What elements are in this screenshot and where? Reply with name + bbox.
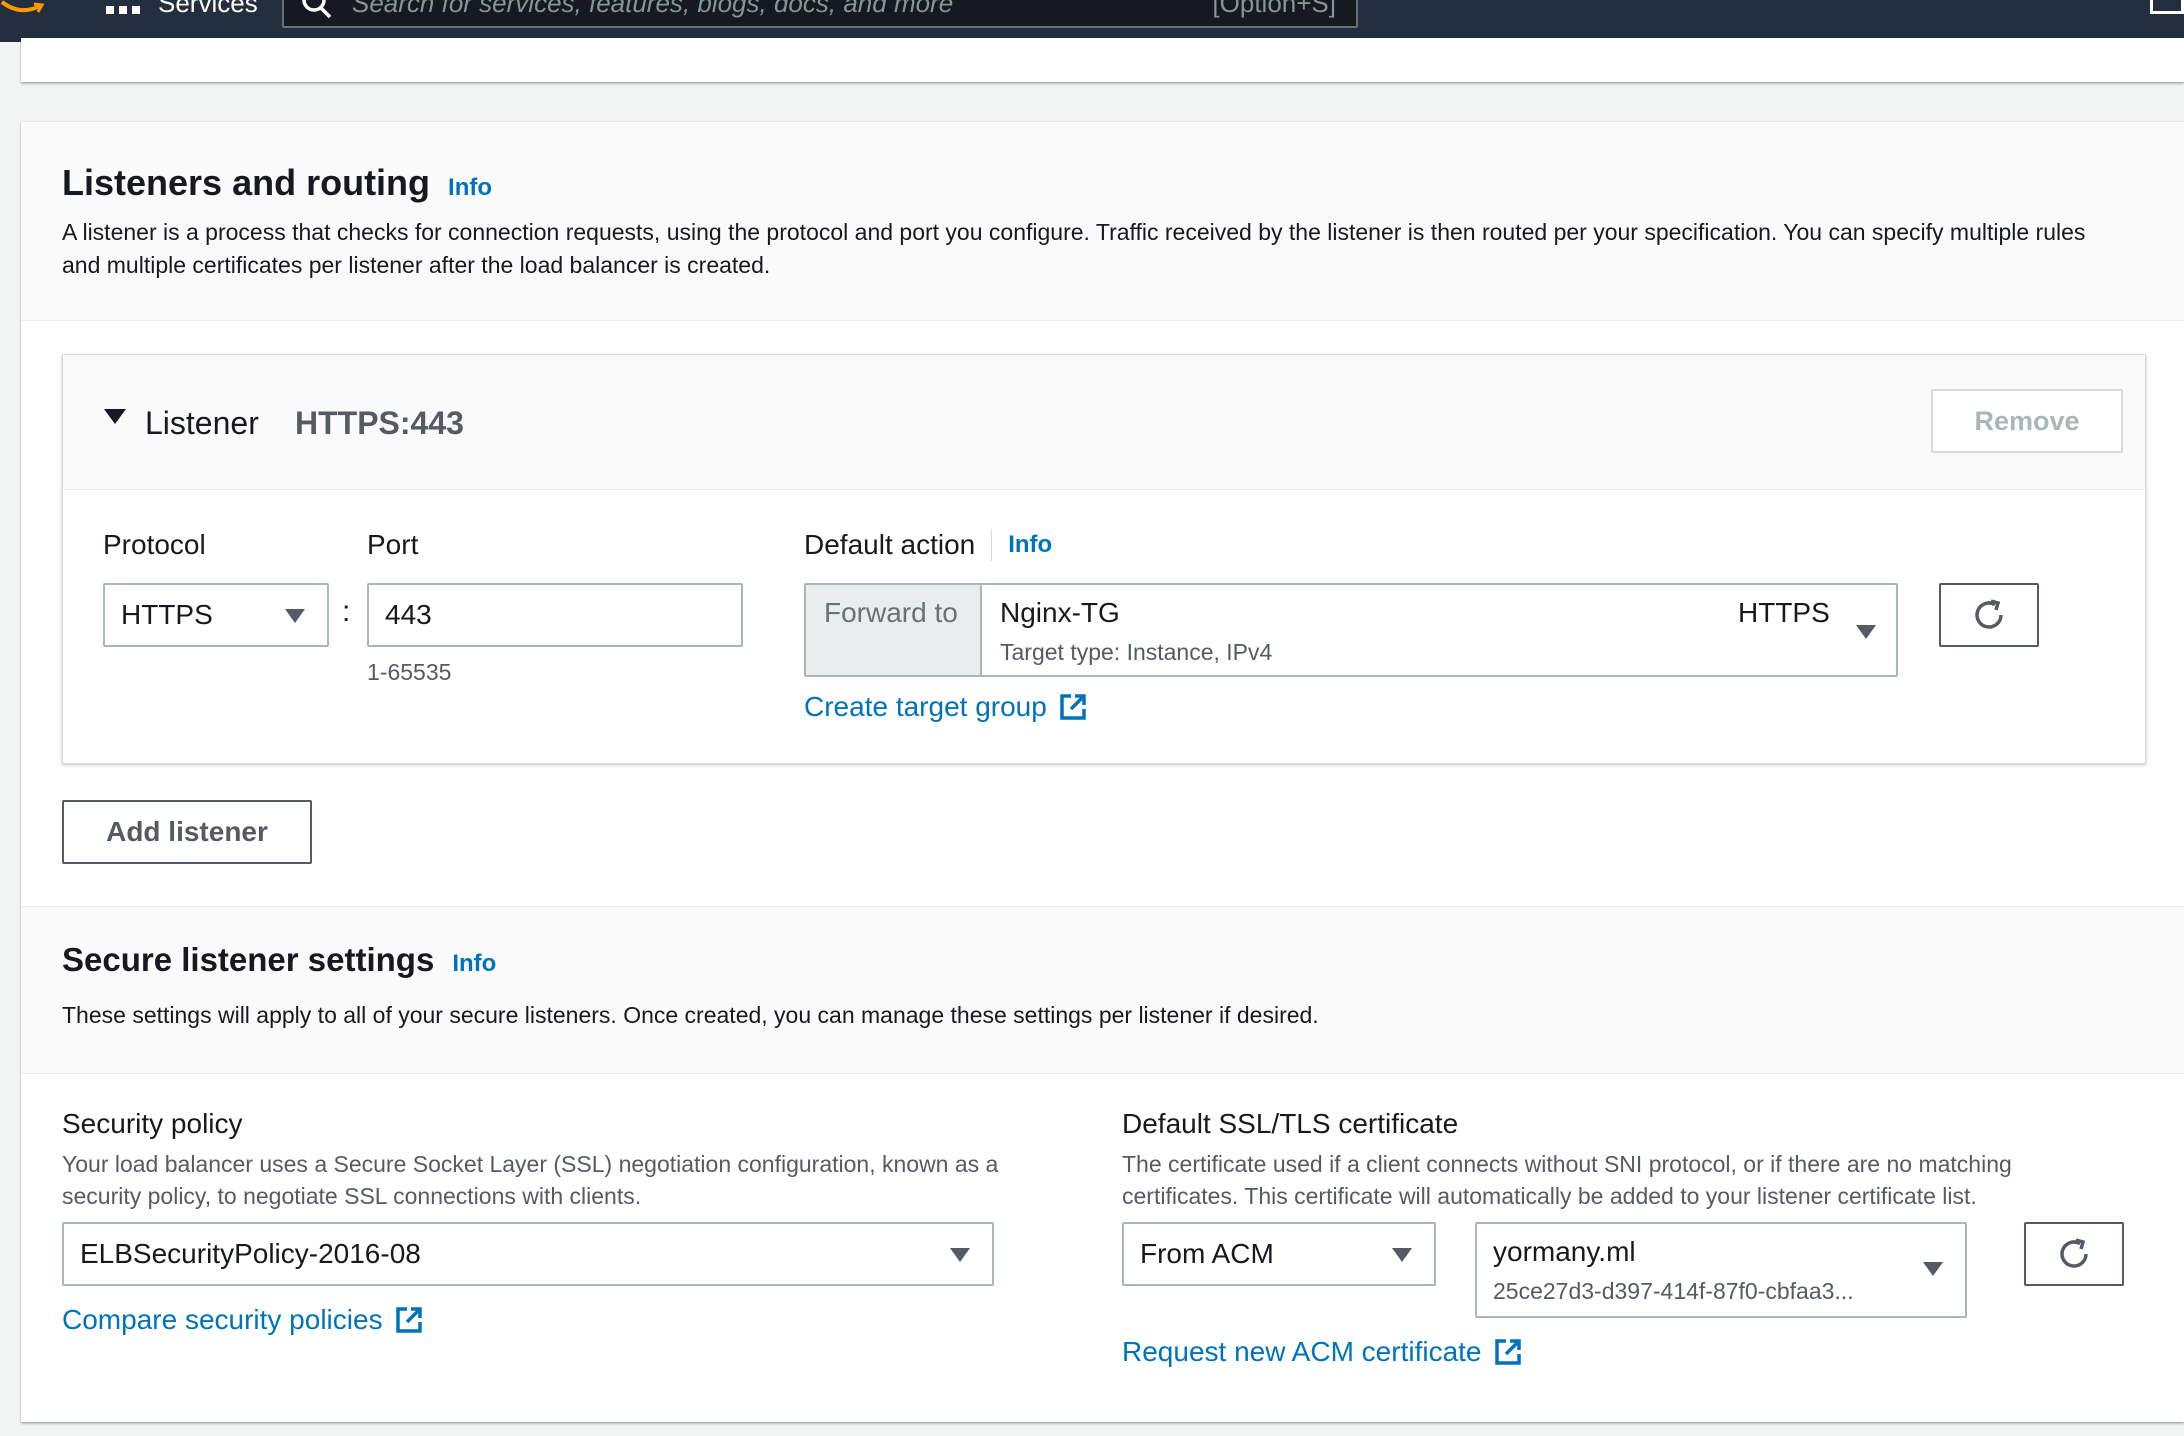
certificate-source-select[interactable]: From ACM bbox=[1122, 1222, 1436, 1286]
info-link[interactable]: Info bbox=[448, 174, 492, 202]
protocol-value: HTTPS bbox=[121, 599, 213, 630]
create-target-group-link[interactable]: Create target group bbox=[804, 691, 1087, 723]
default-action-label: Default action bbox=[804, 529, 976, 560]
section-title: Listeners and routing bbox=[62, 162, 431, 203]
section-title: Secure listener settings bbox=[62, 941, 435, 978]
search-placeholder: Search for services, features, blogs, do… bbox=[352, 0, 954, 18]
caret-down-icon[interactable] bbox=[104, 409, 126, 424]
certificate-name: yormany.ml bbox=[1493, 1236, 1636, 1267]
info-link[interactable]: Info bbox=[1008, 531, 1052, 559]
services-menu-button[interactable]: Services bbox=[106, 0, 258, 20]
listeners-and-routing-card: Listeners and routing Info A listener is… bbox=[21, 122, 2184, 1422]
port-label: Port bbox=[367, 529, 419, 560]
security-policy-description: Your load balancer uses a Secure Socket … bbox=[62, 1151, 999, 1209]
listeners-header: Listeners and routing Info A listener is… bbox=[21, 122, 2184, 321]
services-label: Services bbox=[158, 0, 258, 18]
link-label: Compare security policies bbox=[62, 1304, 383, 1335]
listener-panel-header[interactable]: Listener HTTPS:443 Remove bbox=[63, 355, 2145, 490]
certificate-id: 25ce27d3-d397-414f-87f0-cbfaa3... bbox=[1493, 1278, 1854, 1304]
port-input[interactable]: 443 bbox=[367, 583, 743, 647]
refresh-icon bbox=[1975, 599, 2003, 629]
link-label: Create target group bbox=[804, 691, 1047, 722]
certificate-label: Default SSL/TLS certificate bbox=[1122, 1108, 1459, 1139]
compare-security-policies-link[interactable]: Compare security policies bbox=[62, 1304, 423, 1336]
info-link[interactable]: Info bbox=[452, 950, 496, 978]
caret-down-icon bbox=[950, 1248, 970, 1262]
protocol-label: Protocol bbox=[103, 529, 206, 560]
listener-panel: Listener HTTPS:443 Remove Protocol HTTPS… bbox=[62, 354, 2146, 764]
caret-down-icon bbox=[285, 609, 305, 623]
target-group-protocol: HTTPS bbox=[1738, 597, 1830, 628]
external-link-icon bbox=[395, 1307, 422, 1333]
secure-listener-header: Secure listener settings Info These sett… bbox=[21, 906, 2184, 1074]
target-type: Target type: Instance, IPv4 bbox=[1000, 639, 1273, 665]
refresh-icon bbox=[2060, 1238, 2088, 1268]
target-group-name: Nginx-TG bbox=[1000, 597, 1120, 628]
link-label: Request new ACM certificate bbox=[1122, 1336, 1482, 1367]
caret-down-icon bbox=[1392, 1248, 1412, 1262]
top-navigation-bar: Services Search for services, features, … bbox=[0, 0, 2184, 42]
certificate-select[interactable]: yormany.ml 25ce27d3-d397-414f-87f0-cbfaa… bbox=[1475, 1222, 1967, 1318]
request-acm-certificate-link[interactable]: Request new ACM certificate bbox=[1122, 1336, 1522, 1368]
aws-logo-icon[interactable] bbox=[0, 0, 60, 22]
forward-to-addon: Forward to bbox=[806, 585, 982, 675]
certificate-source-value: From ACM bbox=[1140, 1238, 1274, 1269]
search-shortcut-hint: [Option+S] bbox=[1212, 0, 1336, 18]
search-input[interactable]: Search for services, features, blogs, do… bbox=[282, 0, 1358, 28]
protocol-port-separator: : bbox=[342, 595, 351, 628]
section-description: A listener is a process that checks for … bbox=[62, 219, 2086, 278]
certificate-description: The certificate used if a client connect… bbox=[1122, 1151, 2012, 1209]
default-action-select[interactable]: Forward to Nginx-TG Target type: Instanc… bbox=[804, 583, 1898, 677]
port-value: 443 bbox=[385, 599, 432, 630]
previous-section-card bbox=[21, 38, 2184, 82]
caret-down-icon bbox=[1923, 1262, 1943, 1276]
external-window-icon[interactable] bbox=[2150, 0, 2184, 14]
port-hint: 1-65535 bbox=[367, 659, 452, 685]
listener-value: HTTPS:443 bbox=[295, 405, 464, 441]
caret-down-icon bbox=[1856, 625, 1876, 639]
security-policy-value: ELBSecurityPolicy-2016-08 bbox=[80, 1238, 421, 1269]
security-policy-select[interactable]: ELBSecurityPolicy-2016-08 bbox=[62, 1222, 994, 1286]
forward-to-label: Forward to bbox=[824, 597, 958, 628]
external-link-icon bbox=[1060, 694, 1086, 720]
search-icon bbox=[302, 0, 332, 19]
divider bbox=[991, 529, 993, 561]
refresh-button[interactable] bbox=[2024, 1222, 2124, 1286]
add-listener-button[interactable]: Add listener bbox=[62, 800, 312, 864]
remove-button[interactable]: Remove bbox=[1931, 389, 2123, 453]
listener-title: Listener bbox=[145, 405, 259, 441]
security-policy-label: Security policy bbox=[62, 1108, 243, 1139]
protocol-select[interactable]: HTTPS bbox=[103, 583, 329, 647]
section-description: These settings will apply to all of your… bbox=[62, 1002, 1319, 1028]
external-link-icon bbox=[1494, 1339, 1521, 1365]
grid-icon bbox=[106, 0, 140, 15]
refresh-button[interactable] bbox=[1939, 583, 2039, 647]
